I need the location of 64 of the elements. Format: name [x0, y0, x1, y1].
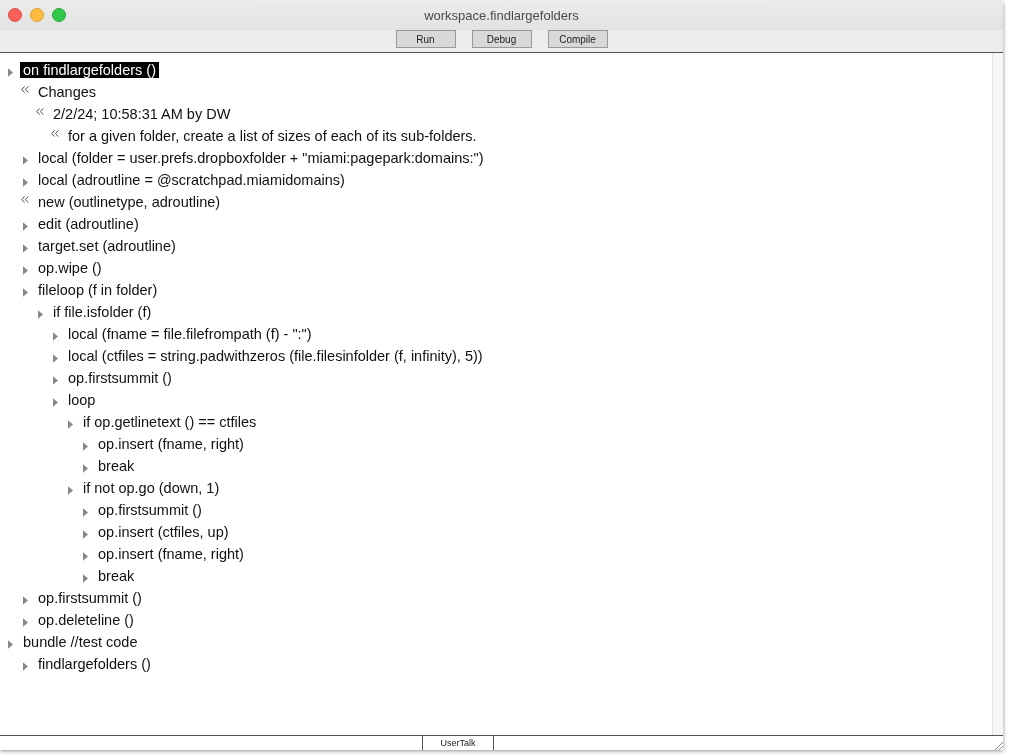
outline-line[interactable]: local (folder = user.prefs.dropboxfolder + "miami:pagepark:domains:"): [35, 150, 487, 166]
toolbar-button[interactable]: Run: [395, 30, 456, 48]
expand-triangle-icon[interactable]: [52, 331, 58, 341]
outline-line[interactable]: 2/2/24; 10:58:31 AM by DW: [50, 106, 234, 122]
outline-line[interactable]: target.set (adroutline): [35, 238, 179, 254]
expand-triangle-icon[interactable]: [7, 639, 13, 649]
window-title: workspace.findlargefolders: [424, 7, 579, 23]
outline-line[interactable]: bundle //test code: [20, 634, 141, 650]
toolbar-button[interactable]: Compile: [547, 30, 608, 48]
expand-triangle-icon[interactable]: [22, 243, 28, 253]
expand-triangle-icon[interactable]: [82, 573, 88, 583]
expand-triangle-icon[interactable]: [82, 529, 88, 539]
outline-line[interactable]: op.insert (ctfiles, up): [95, 524, 232, 540]
double-chevron-icon: [36, 107, 44, 115]
outline-line[interactable]: if file.isfolder (f): [50, 304, 155, 320]
outline-line[interactable]: edit (adroutline): [35, 216, 142, 232]
expand-triangle-icon[interactable]: [52, 397, 58, 407]
expand-triangle-icon[interactable]: [22, 155, 28, 165]
outline-line[interactable]: local (fname = file.filefrompath (f) - ":"): [65, 326, 315, 342]
outline-line[interactable]: loop: [65, 392, 99, 408]
expand-triangle-icon[interactable]: [7, 67, 13, 77]
resize-grip-icon[interactable]: [993, 740, 1003, 750]
expand-triangle-icon[interactable]: [22, 661, 28, 671]
outline-line[interactable]: Changes: [35, 84, 100, 100]
outline-line[interactable]: break: [95, 568, 138, 584]
outline-line[interactable]: op.wipe (): [35, 260, 105, 276]
expand-triangle-icon[interactable]: [67, 419, 73, 429]
close-button[interactable]: [8, 8, 22, 22]
expand-triangle-icon[interactable]: [22, 617, 28, 627]
outline-line[interactable]: fileloop (f in folder): [35, 282, 161, 298]
toolbar-button[interactable]: Debug: [471, 30, 532, 48]
outline-line[interactable]: for a given folder, create a list of sizes of each of its sub-folders.: [65, 128, 480, 144]
outline-line[interactable]: op.firstsummit (): [35, 590, 145, 606]
outline-line[interactable]: op.insert (fname, right): [95, 436, 247, 452]
outline-line[interactable]: op.deleteline (): [35, 612, 137, 628]
expand-triangle-icon[interactable]: [52, 353, 58, 363]
zoom-button[interactable]: [52, 8, 66, 22]
outline-line[interactable]: local (adroutline = @scratchpad.miamidomains): [35, 172, 348, 188]
expand-triangle-icon[interactable]: [82, 551, 88, 561]
expand-triangle-icon[interactable]: [37, 309, 43, 319]
outline-line[interactable]: new (outlinetype, adroutline): [35, 194, 224, 210]
outline-line[interactable]: if op.getlinetext () == ctfiles: [80, 414, 260, 430]
outline-line[interactable]: findlargefolders (): [35, 656, 154, 672]
expand-triangle-icon[interactable]: [22, 287, 28, 297]
expand-triangle-icon[interactable]: [82, 507, 88, 517]
expand-triangle-icon[interactable]: [67, 485, 73, 495]
expand-triangle-icon[interactable]: [22, 177, 28, 187]
expand-triangle-icon[interactable]: [52, 375, 58, 385]
expand-triangle-icon[interactable]: [22, 265, 28, 275]
language-tab[interactable]: UserTalk: [423, 736, 494, 750]
outline-line[interactable]: op.firstsummit (): [95, 502, 205, 518]
expand-triangle-icon[interactable]: [22, 221, 28, 231]
outline-line[interactable]: op.firstsummit (): [65, 370, 175, 386]
double-chevron-icon: [21, 195, 29, 203]
minimize-button[interactable]: [30, 8, 44, 22]
outline-line[interactable]: op.insert (fname, right): [95, 546, 247, 562]
double-chevron-icon: [21, 85, 29, 93]
outline-line[interactable]: if not op.go (down, 1): [80, 480, 223, 496]
expand-triangle-icon[interactable]: [82, 441, 88, 451]
double-chevron-icon: [51, 129, 59, 137]
expand-triangle-icon[interactable]: [22, 595, 28, 605]
outline-line[interactable]: local (ctfiles = string.padwithzeros (file.filesinfolder (f, infinity), 5)): [65, 348, 486, 364]
expand-triangle-icon[interactable]: [82, 463, 88, 473]
outline-line[interactable]: break: [95, 458, 138, 474]
